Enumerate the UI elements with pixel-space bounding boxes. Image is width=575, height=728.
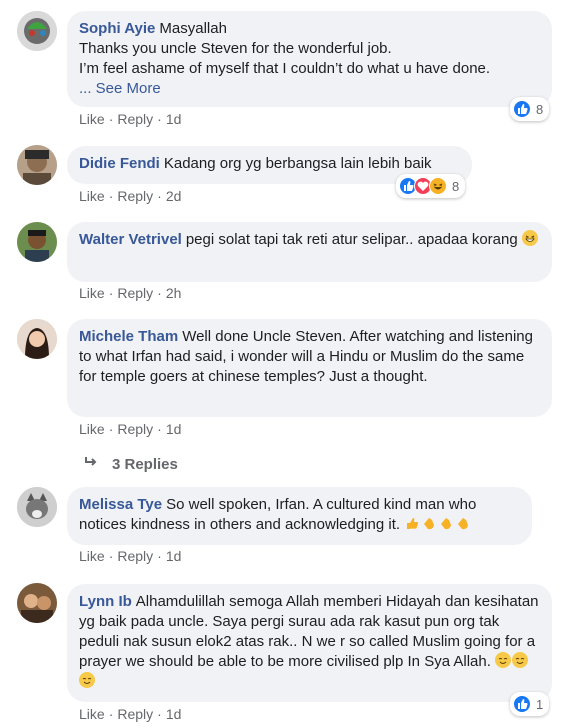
like-button[interactable]: Like [79, 111, 105, 127]
separator: · [157, 111, 162, 127]
like-button[interactable]: Like [79, 706, 105, 722]
like-icon [513, 695, 531, 713]
author-name[interactable]: Didie Fendi [79, 155, 160, 172]
comment-text: Alhamdulillah semoga Allah memberi Hiday… [79, 593, 539, 670]
clap-emoji [438, 515, 454, 531]
comment-bubble: Lynn Ib Alhamdulillah semoga Allah member… [67, 584, 552, 702]
like-button[interactable]: Like [79, 548, 105, 564]
comment-actions: Like · Reply · 2d [79, 188, 181, 204]
author-name[interactable]: Lynn Ib [79, 593, 132, 610]
avatar[interactable] [17, 11, 57, 51]
view-replies-link[interactable]: 3 Replies [84, 455, 178, 473]
see-more-link[interactable]: ... See More [79, 80, 161, 97]
separator: · [157, 285, 162, 301]
like-button[interactable]: Like [79, 188, 105, 204]
replies-count: 3 Replies [112, 455, 178, 473]
author-name[interactable]: Melissa Tye [79, 496, 162, 513]
timestamp[interactable]: 1d [166, 548, 182, 564]
separator: · [108, 285, 114, 301]
reply-button[interactable]: Reply [117, 188, 153, 204]
relieved-emoji [495, 652, 512, 668]
reply-button[interactable]: Reply [117, 111, 153, 127]
comment-actions: Like · Reply · 1d [79, 111, 181, 127]
comment-bubble: Walter Vetrivel pegi solat tapi tak reti … [67, 222, 552, 282]
relieved-emoji [79, 672, 95, 688]
timestamp[interactable]: 1d [166, 706, 182, 722]
like-button[interactable]: Like [79, 285, 105, 301]
separator: · [157, 421, 162, 437]
avatar[interactable] [17, 583, 57, 623]
comment-actions: Like · Reply · 1d [79, 421, 181, 437]
reply-button[interactable]: Reply [117, 285, 153, 301]
author-name[interactable]: Walter Vetrivel [79, 231, 182, 248]
reaction-summary[interactable]: 8 [510, 97, 550, 121]
separator: · [108, 706, 114, 722]
clap-emoji [455, 515, 471, 531]
separator: · [157, 548, 162, 564]
like-button[interactable]: Like [79, 421, 105, 437]
relieved-emoji [512, 652, 529, 668]
comment-text: pegi solat tapi tak reti atur selipar.. … [185, 231, 518, 248]
separator: · [108, 188, 114, 204]
avatar[interactable] [17, 222, 57, 262]
timestamp[interactable]: 1d [166, 421, 182, 437]
separator: · [157, 188, 162, 204]
separator: · [157, 706, 162, 722]
reaction-count: 1 [536, 696, 544, 712]
author-name[interactable]: Sophi Ayie [79, 20, 155, 37]
reaction-summary[interactable]: 1 [510, 692, 550, 716]
comment-bubble: Sophi Ayie Masyallah Thanks you uncle Ste… [67, 11, 552, 107]
thumbs-up-emoji [404, 515, 420, 531]
reply-button[interactable]: Reply [117, 421, 153, 437]
comment-actions: Like · Reply · 1d [79, 548, 181, 564]
separator: · [108, 111, 114, 127]
author-name[interactable]: Michele Tham [79, 328, 178, 345]
comment-bubble: Melissa Tye So well spoken, Irfan. A cult… [67, 487, 532, 545]
comment-bubble: Michele Tham Well done Uncle Steven. Afte… [67, 319, 552, 417]
grin-emoji [521, 230, 538, 246]
avatar[interactable] [17, 319, 57, 359]
avatar[interactable] [17, 487, 57, 527]
timestamp[interactable]: 2d [166, 188, 182, 204]
reply-button[interactable]: Reply [117, 548, 153, 564]
haha-icon [429, 177, 447, 195]
clap-emoji [421, 515, 437, 531]
reaction-count: 8 [536, 101, 544, 117]
avatar[interactable] [17, 145, 57, 185]
reply-arrow-icon [84, 455, 98, 473]
separator: · [108, 548, 114, 564]
comment-text: Kadang org yg berbangsa lain lebih baik [163, 155, 432, 172]
timestamp[interactable]: 1d [166, 111, 182, 127]
comment-actions: Like · Reply · 1d [79, 706, 181, 722]
like-icon [513, 100, 531, 118]
timestamp[interactable]: 2h [166, 285, 182, 301]
reply-button[interactable]: Reply [117, 706, 153, 722]
separator: · [108, 421, 114, 437]
reaction-summary[interactable]: 8 [396, 174, 466, 198]
comment-actions: Like · Reply · 2h [79, 285, 181, 301]
reaction-count: 8 [452, 178, 460, 194]
